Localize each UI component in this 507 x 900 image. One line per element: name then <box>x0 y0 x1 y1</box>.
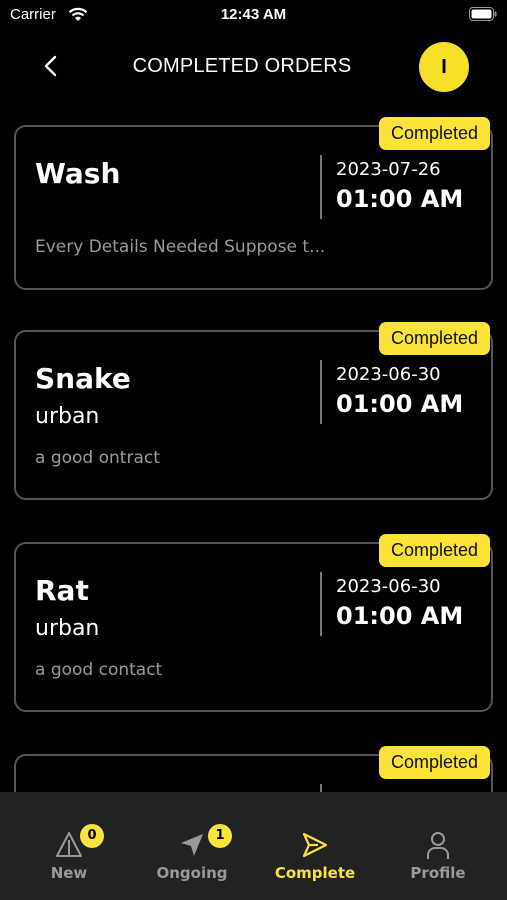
tab-complete[interactable]: Complete <box>252 792 378 900</box>
order-description: a good contact <box>35 660 163 680</box>
divider <box>320 784 322 792</box>
order-time: 01:00 AM <box>336 185 464 213</box>
order-card[interactable]: Completed Rat urban a good contact 2023-… <box>14 534 493 712</box>
order-subtitle: urban <box>35 404 100 429</box>
order-card[interactable]: Completed <box>14 746 493 792</box>
status-badge: Completed <box>378 117 490 150</box>
order-title: Rat <box>35 574 89 607</box>
order-card[interactable]: Completed Snake urban a good ontract 202… <box>14 322 493 500</box>
order-description: a good ontract <box>35 448 160 468</box>
order-date: 2023-06-30 <box>336 364 441 385</box>
tab-label: Complete <box>274 864 356 882</box>
order-time: 01:00 AM <box>336 390 464 418</box>
divider <box>320 572 322 636</box>
tab-profile[interactable]: Profile <box>375 792 501 900</box>
order-description: Every Details Needed Suppose t... <box>35 237 326 257</box>
order-title: Wash <box>35 157 121 190</box>
order-time: 01:00 AM <box>336 602 464 630</box>
tab-label: Ongoing <box>156 864 228 882</box>
divider <box>320 155 322 219</box>
order-date: 2023-06-30 <box>336 576 441 597</box>
status-badge: Completed <box>378 746 490 779</box>
header: COMPLETED ORDERS I <box>0 40 507 96</box>
person-icon <box>427 832 449 859</box>
order-title: Snake <box>35 362 131 395</box>
tab-ongoing[interactable]: 1 Ongoing <box>129 792 255 900</box>
order-subtitle: urban <box>35 616 100 641</box>
tab-label: Profile <box>410 864 466 882</box>
tab-new[interactable]: 0 New <box>6 792 132 900</box>
order-card[interactable]: Completed Wash Every Details Needed Supp… <box>14 117 493 290</box>
status-badge: Completed <box>378 534 490 567</box>
page-title: COMPLETED ORDERS <box>132 55 352 77</box>
status-badge: Completed <box>378 322 490 355</box>
tab-label: New <box>50 864 88 882</box>
status-time: 12:43 AM <box>220 6 287 23</box>
order-date: 2023-07-26 <box>336 159 441 180</box>
battery-icon <box>469 7 497 21</box>
avatar[interactable]: I <box>419 42 469 92</box>
ongoing-count-badge: 1 <box>208 824 232 848</box>
orders-list[interactable]: Completed Wash Every Details Needed Supp… <box>0 112 507 792</box>
new-count-badge: 0 <box>80 824 104 848</box>
bottom-tab-bar: 0 New 1 Ongoing Complete Profile <box>0 792 507 900</box>
status-bar: Carrier 12:43 AM <box>0 0 507 32</box>
navigation-arrow-icon <box>181 834 203 856</box>
divider <box>320 360 322 424</box>
send-icon <box>302 832 328 858</box>
